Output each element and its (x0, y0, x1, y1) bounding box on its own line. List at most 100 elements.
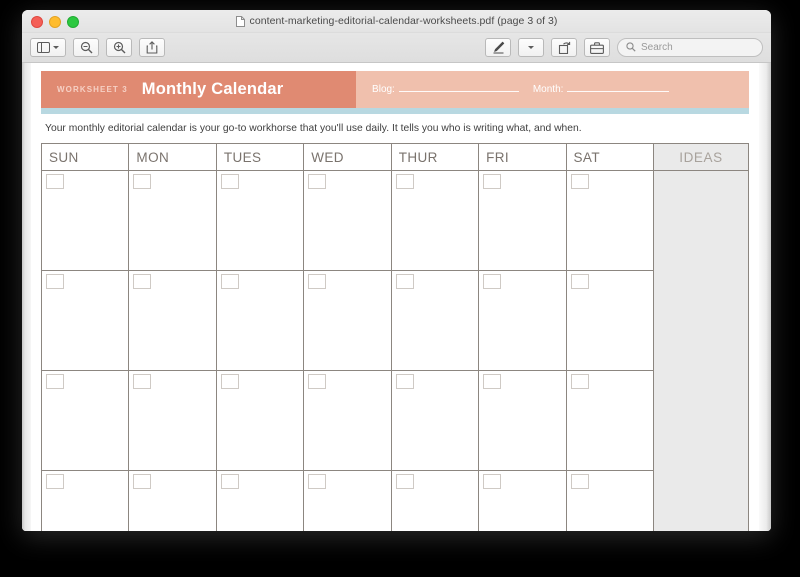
chevron-down-icon (528, 46, 534, 49)
date-number-box[interactable] (308, 274, 327, 289)
date-number-box[interactable] (220, 374, 239, 389)
calendar-day-cell[interactable] (129, 471, 217, 531)
rotate-button[interactable] (551, 38, 577, 57)
ideas-notes-area[interactable] (654, 171, 748, 531)
date-number-box[interactable] (220, 174, 239, 189)
calendar-day-cell[interactable] (42, 171, 130, 270)
search-placeholder: Search (641, 42, 673, 53)
calendar-week-row (42, 171, 653, 271)
date-number-box[interactable] (570, 374, 589, 389)
date-number-box[interactable] (46, 374, 64, 389)
markup-dropdown-button[interactable] (518, 38, 544, 57)
calendar-day-cell[interactable] (217, 371, 305, 470)
date-number-box[interactable] (46, 274, 64, 289)
date-number-box[interactable] (308, 374, 327, 389)
date-number-box[interactable] (395, 174, 414, 189)
share-button[interactable] (139, 38, 165, 57)
date-number-box[interactable] (308, 474, 327, 489)
date-number-box[interactable] (570, 274, 589, 289)
date-number-box[interactable] (133, 274, 152, 289)
sidebar-toggle-button[interactable] (30, 38, 66, 57)
date-number-box[interactable] (570, 174, 589, 189)
monthly-calendar-grid: SUN MON TUES WED THUR FRI SAT IDEAS (41, 143, 749, 531)
date-number-box[interactable] (395, 374, 414, 389)
ideas-column-header: IDEAS (654, 144, 748, 171)
calendar-day-cell[interactable] (304, 171, 392, 270)
preview-window: content-marketing-editorial-calendar-wor… (22, 10, 771, 531)
share-icon (146, 41, 158, 54)
calendar-day-cell[interactable] (567, 371, 653, 470)
calendar-day-cell[interactable] (567, 471, 653, 531)
calendar-day-cell[interactable] (217, 171, 305, 270)
calendar-day-cell[interactable] (304, 471, 392, 531)
date-number-box[interactable] (395, 274, 414, 289)
calendar-day-cell[interactable] (217, 271, 305, 370)
date-number-box[interactable] (46, 174, 64, 189)
calendar-day-cell[interactable] (392, 471, 480, 531)
zoom-in-button[interactable] (106, 38, 132, 57)
window-title-group: content-marketing-editorial-calendar-wor… (22, 10, 771, 32)
date-number-box[interactable] (133, 474, 152, 489)
date-number-box[interactable] (133, 174, 152, 189)
date-number-box[interactable] (483, 174, 502, 189)
calendar-day-cell[interactable] (567, 271, 653, 370)
page-gutter-right (759, 63, 771, 531)
calendar-day-cell[interactable] (304, 371, 392, 470)
worksheet-banner-left: WORKSHEET 3 Monthly Calendar (41, 71, 357, 108)
calendar-day-cell[interactable] (479, 271, 567, 370)
rotate-icon (558, 41, 571, 54)
search-input[interactable]: Search (617, 38, 763, 57)
document-view[interactable]: WORKSHEET 3 Monthly Calendar Blog: Month… (22, 63, 771, 531)
calendar-day-cell[interactable] (392, 171, 480, 270)
zoom-out-button[interactable] (73, 38, 99, 57)
calendar-day-cell[interactable] (392, 371, 480, 470)
calendar-day-cell[interactable] (479, 471, 567, 531)
calendar-day-cell[interactable] (42, 471, 130, 531)
ideas-column: IDEAS (653, 144, 748, 531)
date-number-box[interactable] (483, 274, 502, 289)
day-header-fri: FRI (479, 144, 567, 170)
zoom-out-icon (80, 41, 93, 54)
worksheet-intro: Your monthly editorial calendar is your … (45, 123, 582, 134)
date-number-box[interactable] (483, 474, 502, 489)
toolbox-button[interactable] (584, 38, 610, 57)
toolbar-left-group (30, 38, 165, 57)
worksheet-banner: WORKSHEET 3 Monthly Calendar Blog: Month… (41, 71, 749, 108)
page-gutter-left (22, 63, 31, 531)
document-icon (235, 15, 245, 27)
date-number-box[interactable] (133, 374, 152, 389)
calendar-day-cell[interactable] (129, 271, 217, 370)
search-icon (626, 39, 636, 57)
calendar-day-cell[interactable] (567, 171, 653, 270)
date-number-box[interactable] (46, 474, 64, 489)
calendar-day-cell[interactable] (217, 471, 305, 531)
calendar-day-cell[interactable] (479, 371, 567, 470)
calendar-day-cell[interactable] (479, 171, 567, 270)
sidebar-icon (37, 42, 50, 53)
blog-field[interactable]: Blog: (372, 84, 519, 95)
calendar-days-area: SUN MON TUES WED THUR FRI SAT (42, 144, 653, 531)
month-field-label: Month: (532, 84, 564, 95)
date-number-box[interactable] (220, 474, 239, 489)
date-number-box[interactable] (483, 374, 502, 389)
calendar-week-row (42, 371, 653, 471)
calendar-day-cell[interactable] (129, 171, 217, 270)
worksheet-number: WORKSHEET 3 (57, 85, 128, 94)
calendar-day-cell[interactable] (392, 271, 480, 370)
calendar-day-cell[interactable] (129, 371, 217, 470)
pdf-page: WORKSHEET 3 Monthly Calendar Blog: Month… (31, 63, 759, 531)
markup-button[interactable] (485, 38, 511, 57)
blog-field-rule (398, 91, 519, 92)
blog-field-label: Blog: (372, 84, 395, 95)
date-number-box[interactable] (395, 474, 414, 489)
calendar-day-cell[interactable] (42, 271, 130, 370)
month-field[interactable]: Month: (533, 84, 670, 95)
date-number-box[interactable] (220, 274, 239, 289)
calendar-day-cell[interactable] (42, 371, 130, 470)
calendar-week-row (42, 271, 653, 371)
worksheet-banner-right: Blog: Month: (356, 71, 749, 108)
date-number-box[interactable] (570, 474, 589, 489)
calendar-day-cell[interactable] (304, 271, 392, 370)
date-number-box[interactable] (308, 174, 327, 189)
calendar-week-row (42, 471, 653, 531)
